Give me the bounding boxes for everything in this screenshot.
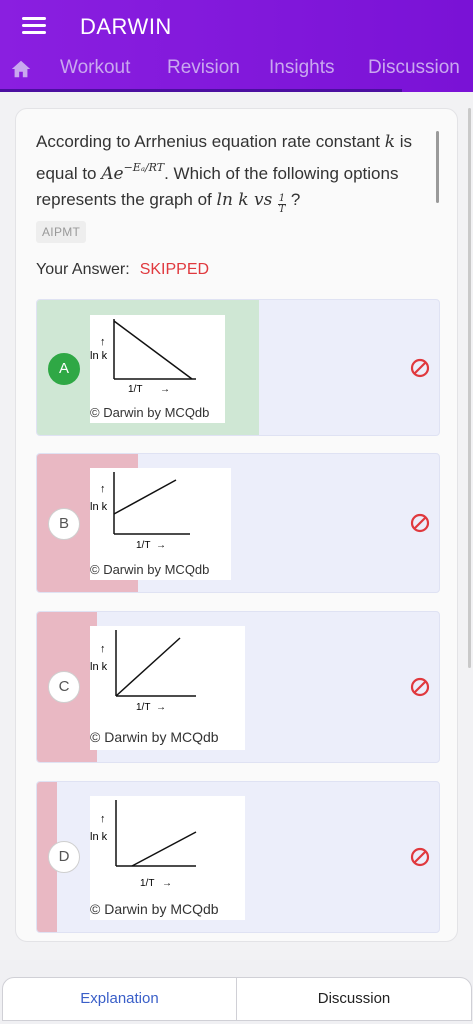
option-letter-b: B: [48, 508, 80, 540]
option-a[interactable]: A ↑ ln k 1/T → © Darwin by MCQdb: [36, 299, 440, 436]
option-d[interactable]: D ↑ ln k 1/T → © Darwin by MCQdb: [36, 781, 440, 933]
bottom-bar: Explanation Discussion: [0, 960, 473, 1024]
option-letter-a: A: [48, 353, 80, 385]
app-title: DARWIN: [80, 14, 172, 39]
svg-text:→: →: [162, 878, 172, 889]
x-axis-label: 1/T: [136, 540, 150, 551]
question-card: According to Arrhenius equation rate con…: [15, 108, 458, 942]
watermark: © Darwin by MCQdb: [90, 562, 209, 577]
svg-text:→: →: [156, 702, 166, 713]
answer-status: SKIPPED: [139, 261, 210, 278]
option-c[interactable]: C ↑ ln k 1/T → © Darwin by MCQdb: [36, 611, 440, 763]
ban-icon: [409, 676, 431, 698]
tab-discussion[interactable]: Discussion: [368, 57, 460, 79]
tab-revision[interactable]: Revision: [167, 57, 240, 79]
menu-icon[interactable]: [22, 14, 46, 36]
tab-bar: Workout Revision Insights Discussion: [0, 52, 473, 92]
y-axis-label: ln k: [90, 661, 108, 673]
question-text: According to Arrhenius equation rate con…: [36, 132, 413, 215]
discussion-button[interactable]: Discussion: [236, 977, 472, 1021]
watermark: © Darwin by MCQdb: [90, 729, 219, 745]
graph-b: ↑ ln k 1/T → © Darwin by MCQdb: [90, 468, 231, 580]
tab-indicator: [0, 89, 402, 92]
graph-c: ↑ ln k 1/T → © Darwin by MCQdb: [90, 626, 245, 750]
question-scrollbar[interactable]: [436, 131, 439, 203]
your-answer: Your Answer: SKIPPED: [36, 261, 210, 278]
home-icon[interactable]: [10, 58, 32, 80]
ban-icon: [409, 512, 431, 534]
option-letter-d: D: [48, 841, 80, 873]
svg-text:→: →: [156, 540, 166, 551]
watermark: © Darwin by MCQdb: [90, 901, 219, 917]
app-bar: DARWIN Workout Revision Insights Discuss…: [0, 0, 473, 92]
y-axis-label: ln k: [90, 831, 108, 843]
ban-icon: [409, 357, 431, 379]
y-axis-label: ln k: [90, 350, 108, 362]
fraction: 1T: [277, 193, 287, 215]
svg-text:↑: ↑: [100, 643, 106, 655]
svg-text:↑: ↑: [100, 813, 106, 825]
svg-text:↑: ↑: [100, 483, 106, 495]
option-b[interactable]: B ↑ ln k 1/T → © Darwin by MCQdb: [36, 453, 440, 593]
tab-insights[interactable]: Insights: [269, 57, 334, 79]
x-axis-label: 1/T: [140, 878, 154, 889]
svg-text:→: →: [160, 384, 170, 395]
watermark: © Darwin by MCQdb: [90, 405, 209, 420]
page-scrollbar[interactable]: [468, 108, 471, 668]
x-axis-label: 1/T: [136, 702, 150, 713]
svg-text:↑: ↑: [100, 336, 106, 348]
tab-workout[interactable]: Workout: [60, 57, 130, 79]
y-axis-label: ln k: [90, 501, 108, 513]
explanation-button[interactable]: Explanation: [2, 977, 237, 1021]
source-badge: AIPMT: [36, 221, 87, 243]
x-axis-label: 1/T: [128, 384, 142, 395]
graph-a: ↑ ln k 1/T → © Darwin by MCQdb: [90, 315, 225, 423]
option-letter-c: C: [48, 671, 80, 703]
ban-icon: [409, 846, 431, 868]
graph-d: ↑ ln k 1/T → © Darwin by MCQdb: [90, 796, 245, 920]
